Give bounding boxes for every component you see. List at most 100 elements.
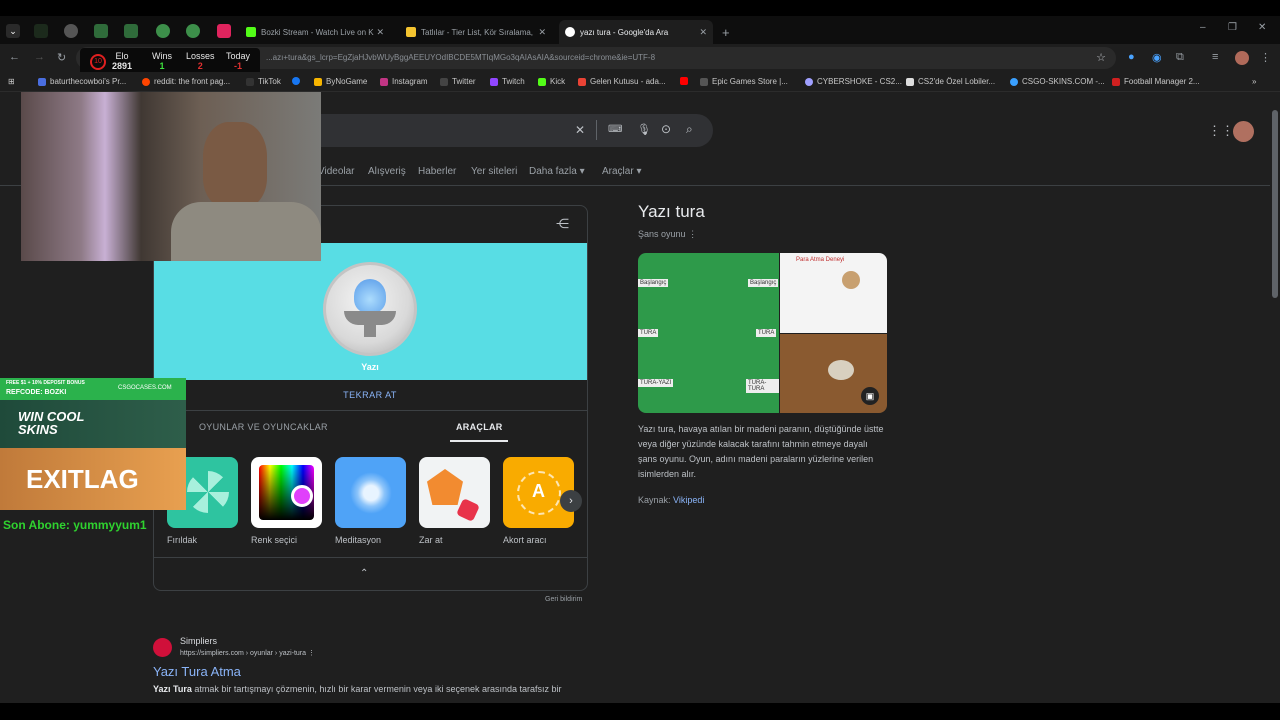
streamer-face (203, 122, 267, 208)
close-tab-icon[interactable]: ✕ (376, 27, 384, 38)
tab-tools-section[interactable]: ARAÇLAR (456, 422, 503, 432)
knowledge-panel-image[interactable]: Başlangıç Başlangıç TURA TURA TURA-YAZI … (638, 253, 779, 413)
tab-games-toys[interactable]: OYUNLAR VE OYUNCAKLAR (199, 422, 328, 432)
clear-icon[interactable]: ✕ (575, 123, 585, 137)
sponsor-slogan-area: WIN COOL SKINS (0, 400, 186, 448)
close-window-button[interactable]: ✕ (1258, 22, 1266, 33)
losses-column: Losses 2 (186, 51, 215, 71)
result-title-link[interactable]: Yazı Tura Atma (153, 664, 241, 679)
knowledge-panel-image[interactable]: ▣ (780, 334, 887, 413)
bookmark-item[interactable]: Instagram (380, 77, 428, 86)
back-arrow-icon[interactable]: ← (9, 51, 20, 63)
tab-videos[interactable]: Videolar (318, 166, 355, 177)
tab-more[interactable]: Daha fazla ▾ (529, 166, 585, 177)
facebook-bookmark[interactable] (292, 77, 304, 85)
top-black-band (0, 0, 1280, 16)
pinned-tab[interactable] (94, 24, 108, 38)
wikipedia-link[interactable]: Vikipedi (673, 495, 704, 505)
tab-list-icon[interactable]: ≡ (1212, 51, 1218, 63)
lens-icon[interactable]: ⊙ (661, 122, 671, 136)
tab-places[interactable]: Yer siteleri (471, 166, 517, 177)
bookmark-item[interactable]: Epic Games Store |... (700, 77, 788, 86)
microphone-icon[interactable]: 🎙 (637, 123, 651, 136)
color-picker-tool[interactable] (251, 457, 322, 528)
bookmark-item[interactable]: Kick (538, 77, 565, 86)
search-icon[interactable]: ⌕ (686, 122, 693, 137)
bookmark-item[interactable]: CS2'de Özel Lobiler... (906, 77, 995, 86)
pinned-tab[interactable] (124, 24, 138, 38)
tab-news[interactable]: Haberler (418, 166, 456, 177)
bookmark-item[interactable]: CYBERSHOKE - CS2... (805, 77, 902, 86)
more-options-icon[interactable]: ⋮ (688, 229, 697, 239)
bookmark-item[interactable]: reddit: the front pag... (142, 77, 230, 86)
scrollbar-thumb[interactable] (1272, 110, 1278, 298)
result-site-name[interactable]: Simpliers (180, 636, 217, 646)
chevron-right-icon[interactable]: › (560, 490, 582, 512)
menu-kebab-icon[interactable]: ⋮ (1260, 51, 1271, 64)
bookmark-item[interactable]: ByNoGame (314, 77, 367, 86)
pinned-tab[interactable] (34, 24, 48, 38)
keyboard-icon[interactable]: ⌨ (608, 124, 622, 135)
close-tab-icon[interactable]: ✕ (538, 27, 546, 38)
knowledge-panel-image[interactable]: Para Atma Deneyi (780, 253, 887, 333)
bookmark-item[interactable]: Twitter (440, 77, 476, 86)
google-icon (565, 27, 575, 37)
image-gallery-icon[interactable]: ▣ (861, 387, 879, 405)
bookmark-item[interactable]: TikTok (246, 77, 281, 86)
tool-label: Akort aracı (503, 535, 547, 545)
pinned-tab[interactable] (156, 24, 170, 38)
color-swatch-icon (291, 485, 313, 507)
bookmark-star-icon[interactable]: ☆ (1096, 51, 1106, 64)
bookmark-item[interactable]: Football Manager 2... (1112, 77, 1200, 86)
extension-icon[interactable]: ◉ (1152, 51, 1162, 64)
flame-icon (354, 279, 386, 313)
bookmark-item[interactable]: Gelen Kutusu - ada... (578, 77, 666, 86)
tool-label: Zar at (419, 535, 443, 545)
maximize-button[interactable]: ❐ (1228, 22, 1237, 33)
site-favicon[interactable] (153, 638, 172, 657)
bookmark-item[interactable]: baturthecowboi's Pr... (38, 77, 126, 86)
coin-photo-icon (842, 271, 860, 289)
knowledge-panel-subtitle: Şans oyunu ⋮ (638, 229, 698, 239)
tab-google-search[interactable]: yazı tura - Google'da Ara ✕ (559, 20, 713, 44)
faceit-level-badge: 10 (90, 54, 106, 70)
tab-tier-list[interactable]: Tatlılar - Tier List, Kör Sıralama, ✕ (400, 20, 552, 44)
profile-avatar-icon[interactable] (1235, 51, 1249, 65)
minimize-button[interactable]: – (1200, 22, 1206, 33)
new-tab-button[interactable]: + (716, 20, 736, 44)
search-box[interactable]: ✕ ⌨ 🎙 ⊙ ⌕ (300, 114, 713, 147)
more-bookmarks-icon[interactable]: » (1252, 77, 1256, 86)
dice-roll-tool[interactable] (419, 457, 490, 528)
coin-icon[interactable] (323, 262, 417, 356)
tab-shopping[interactable]: Alışveriş (368, 166, 406, 177)
extension-icon[interactable]: ● (1128, 51, 1135, 63)
result-url[interactable]: https://simpliers.com › oyunlar › yazi-t… (180, 649, 315, 657)
tab-search-button[interactable]: ⌄ (6, 24, 20, 38)
divider (154, 410, 587, 411)
pinned-tab[interactable] (217, 24, 231, 38)
tab-kick-stream[interactable]: Bozki Stream - Watch Live on K ✕ (240, 20, 390, 44)
youtube-bookmark[interactable] (680, 77, 692, 85)
url-text[interactable]: ...azı+tura&gs_lcrp=EgZjaHJvbWUyBggAEEUY… (266, 53, 655, 62)
chevron-up-icon[interactable]: ⌃ (360, 568, 368, 579)
share-icon[interactable]: ⋲ (556, 216, 569, 232)
feedback-link[interactable]: Geri bildirim (545, 596, 582, 603)
tab-tools[interactable]: Araçlar ▾ (602, 166, 641, 177)
google-apps-icon[interactable]: ⋮⋮ (1208, 123, 1234, 139)
account-avatar[interactable] (1233, 121, 1254, 142)
exitlag-banner: EXITLAG (0, 448, 186, 510)
meditation-tool[interactable] (335, 457, 406, 528)
close-tab-icon[interactable]: ✕ (699, 27, 707, 38)
bookmark-item[interactable]: CSGO-SKINS.COM -... (1010, 77, 1105, 86)
reload-icon[interactable]: ↻ (57, 51, 66, 64)
flip-again-button[interactable]: TEKRAR AT (300, 390, 440, 400)
forward-arrow-icon[interactable]: → (34, 51, 45, 63)
bookmarks-bar: ⊞ baturthecowboi's Pr... reddit: the fro… (0, 72, 1280, 92)
bookmark-item[interactable]: Twitch (490, 77, 525, 86)
apps-grid-icon[interactable]: ⊞ (8, 77, 15, 86)
spinner-icon (187, 471, 229, 513)
coin-photo-icon (828, 360, 854, 380)
extensions-puzzle-icon[interactable]: ⧉ (1176, 51, 1184, 64)
pinned-tab[interactable] (186, 24, 200, 38)
pinned-tab[interactable] (64, 24, 78, 38)
